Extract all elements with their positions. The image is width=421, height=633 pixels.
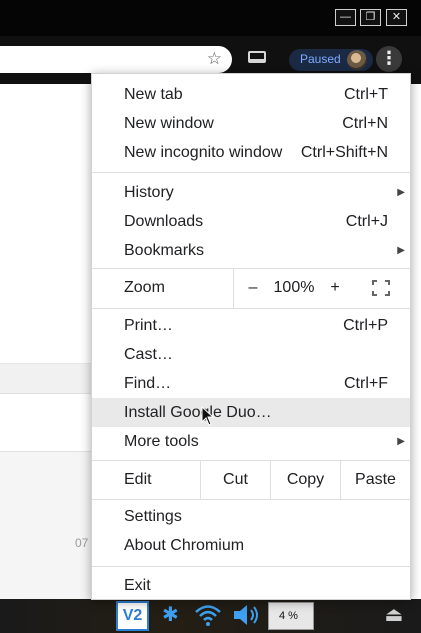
- battery-text: 4 %: [279, 610, 298, 622]
- menu-item-find[interactable]: Find… Ctrl+F: [92, 369, 410, 398]
- menu-item-label: Downloads: [124, 213, 204, 230]
- menu-item-label: More tools: [124, 433, 199, 450]
- menu-item-label: Cast…: [124, 346, 173, 363]
- menu-item-exit[interactable]: Exit: [92, 571, 410, 600]
- mouse-cursor-icon: [201, 406, 215, 426]
- more-menu-icon[interactable]: ⋮: [376, 46, 402, 72]
- app-menu: New tab Ctrl+T New window Ctrl+N New inc…: [91, 73, 411, 600]
- menu-item-about-chromium[interactable]: About Chromium: [92, 531, 410, 560]
- menu-item-new-tab[interactable]: New tab Ctrl+T: [92, 80, 410, 109]
- shortcut-label: Ctrl+N: [342, 115, 388, 132]
- submenu-arrow-icon: ▶: [397, 436, 405, 447]
- taskbar: V2 ✱ 4 % ⏏: [0, 599, 421, 633]
- minimize-button[interactable]: —: [335, 9, 356, 26]
- menu-item-label: History: [124, 184, 174, 201]
- zoom-out-button[interactable]: –: [242, 268, 264, 308]
- zoom-in-button[interactable]: +: [324, 268, 346, 308]
- eject-icon[interactable]: ⏏: [382, 602, 406, 628]
- battery-indicator[interactable]: 4 %: [268, 602, 314, 630]
- menu-item-label: Find…: [124, 375, 172, 392]
- submenu-arrow-icon: ▶: [397, 187, 405, 198]
- menu-item-settings[interactable]: Settings: [92, 502, 410, 531]
- profile-button[interactable]: Paused: [289, 49, 373, 71]
- menu-item-label: Print…: [124, 317, 173, 334]
- menu-item-history[interactable]: History ▶: [92, 178, 410, 207]
- zoom-row: Zoom – 100% +: [92, 268, 410, 308]
- menu-item-downloads[interactable]: Downloads Ctrl+J: [92, 207, 410, 236]
- sync-paused-label: Paused: [300, 52, 341, 66]
- menu-item-bookmarks[interactable]: Bookmarks ▶: [92, 236, 410, 265]
- menu-item-more-tools[interactable]: More tools ▶: [92, 427, 410, 456]
- vnc-tray-icon[interactable]: V2: [116, 601, 149, 631]
- menu-item-label: Install Google Duo…: [124, 404, 272, 421]
- menu-item-label: New incognito window: [124, 144, 283, 161]
- shortcut-label: Ctrl+T: [344, 86, 388, 103]
- menu-item-label: New window: [124, 115, 214, 132]
- window-titlebar: — ❐ ✕: [0, 0, 421, 36]
- edit-label: Edit: [124, 471, 152, 488]
- menu-separator: [92, 499, 410, 500]
- menu-item-new-incognito-window[interactable]: New incognito window Ctrl+Shift+N: [92, 138, 410, 167]
- maximize-button[interactable]: ❐: [360, 9, 381, 26]
- copy-button[interactable]: Copy: [271, 460, 340, 499]
- menu-item-label: About Chromium: [124, 537, 245, 554]
- bluetooth-icon[interactable]: ✱: [162, 603, 179, 627]
- edit-row: Edit Cut Copy Paste: [92, 460, 410, 499]
- menu-item-new-window[interactable]: New window Ctrl+N: [92, 109, 410, 138]
- cut-button[interactable]: Cut: [201, 460, 270, 499]
- shortcut-label: Ctrl+P: [343, 317, 388, 334]
- paste-button[interactable]: Paste: [341, 460, 410, 499]
- avatar: [347, 50, 367, 70]
- menu-item-install-google-duo[interactable]: Install Google Duo…: [92, 398, 410, 427]
- page-section-bar: [0, 363, 100, 394]
- menu-item-print[interactable]: Print… Ctrl+P: [92, 311, 410, 340]
- zoom-level-value: 100%: [273, 279, 315, 296]
- menu-item-label: Settings: [124, 508, 182, 525]
- bookmark-star-icon[interactable]: ☆: [207, 49, 222, 69]
- menu-item-cast[interactable]: Cast…: [92, 340, 410, 369]
- shortcut-label: Ctrl+F: [344, 375, 388, 392]
- menu-separator: [92, 566, 410, 567]
- close-button[interactable]: ✕: [386, 9, 407, 26]
- zoom-divider: [233, 268, 234, 308]
- page-timestamp-fragment: 07: [75, 536, 89, 550]
- menu-item-label: Bookmarks: [124, 242, 205, 259]
- zoom-label: Zoom: [124, 279, 165, 296]
- page-section-panel: [0, 451, 100, 599]
- shortcut-label: Ctrl+Shift+N: [300, 144, 388, 161]
- menu-item-label: New tab: [124, 86, 183, 103]
- menu-separator: [92, 172, 410, 173]
- volume-icon[interactable]: [232, 603, 262, 633]
- submenu-arrow-icon: ▶: [397, 245, 405, 256]
- menu-item-label: Exit: [124, 577, 151, 594]
- address-bar[interactable]: ☆: [0, 46, 232, 73]
- extension-icon[interactable]: [248, 51, 266, 63]
- wifi-icon[interactable]: [194, 603, 222, 633]
- menu-separator: [92, 308, 410, 309]
- shortcut-label: Ctrl+J: [345, 213, 388, 230]
- fullscreen-icon[interactable]: [372, 280, 390, 296]
